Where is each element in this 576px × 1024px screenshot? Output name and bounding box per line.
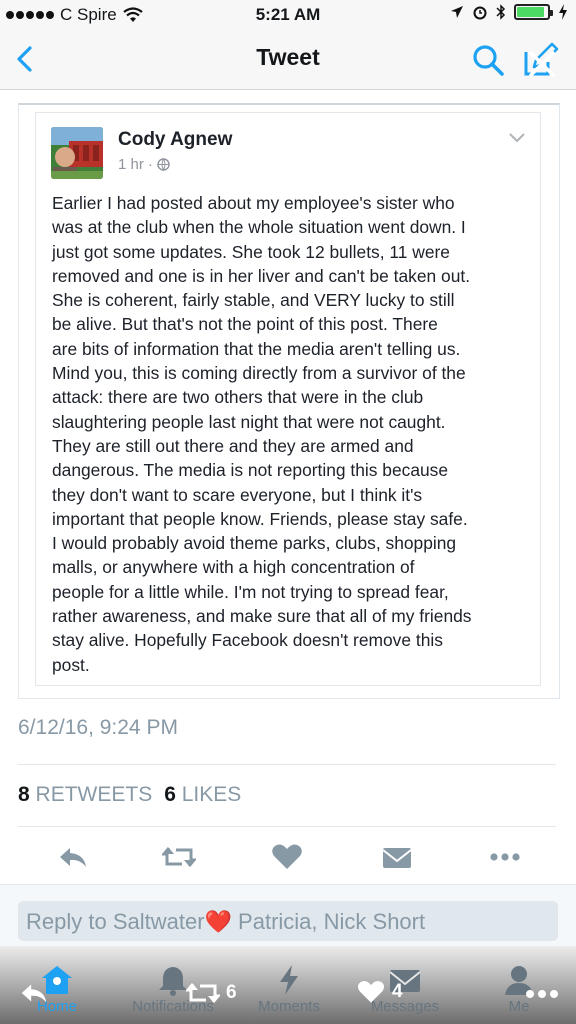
battery-icon [514, 4, 553, 20]
heart-icon[interactable] [270, 842, 304, 872]
likes-link[interactable]: 6 LIKES [164, 783, 241, 807]
post-author: Cody Agnew [118, 129, 233, 150]
overlay-heart-icon [357, 981, 385, 1003]
engagement-counts: 8 RETWEETS 6 LIKES [18, 783, 241, 807]
search-icon[interactable] [470, 42, 506, 78]
post-time: 1 hr [118, 156, 144, 173]
tweet-actions [0, 832, 576, 882]
tweet-timestamp: 6/12/16, 9:24 PM [18, 716, 178, 739]
navigation-bar: Tweet [0, 30, 576, 90]
avatar [51, 127, 103, 179]
overlay-like-button[interactable]: 4 [356, 978, 403, 1006]
bluetooth-icon [496, 4, 506, 20]
overlay-more-icon[interactable] [524, 984, 560, 1004]
charging-bolt-icon [559, 4, 567, 20]
overlay-like-count: 4 [392, 981, 403, 1002]
location-arrow-icon [451, 6, 463, 18]
overlay-retweet-icon [186, 983, 220, 1003]
divider [18, 826, 556, 827]
chevron-down-icon [509, 133, 525, 143]
close-icon[interactable] [526, 48, 558, 80]
retweets-count: 8 [18, 783, 30, 806]
image-viewer-actions: 6 4 [0, 976, 576, 1016]
facebook-post-screenshot: Cody Agnew 1 hr · Earlier I had posted a… [35, 112, 541, 686]
globe-icon [157, 158, 170, 171]
likes-count: 6 [164, 783, 176, 806]
direct-message-icon[interactable] [380, 842, 414, 872]
reply-input[interactable]: Reply to Saltwater❤️ Patricia, Nick Shor… [18, 901, 558, 941]
status-bar: C Spire 5:21 AM [0, 0, 576, 30]
likes-label: LIKES [181, 783, 242, 806]
reply-placeholder-suffix: Patricia, Nick Short [231, 909, 426, 934]
overlay-retweet-count: 6 [226, 982, 237, 1003]
post-meta: 1 hr · [118, 156, 170, 173]
overlay-retweet-button[interactable]: 6 [186, 978, 237, 1008]
more-options-icon[interactable] [488, 842, 522, 872]
reply-icon[interactable] [56, 842, 90, 872]
overlay-reply-icon[interactable] [18, 978, 50, 1008]
status-right [450, 4, 568, 20]
retweet-icon[interactable] [162, 842, 196, 872]
reply-placeholder-prefix: Reply to Saltwater [26, 909, 205, 934]
retweets-label: RETWEETS [35, 783, 153, 806]
alarm-icon [473, 6, 487, 20]
heart-emoji: ❤️ [204, 909, 232, 934]
reply-bar: Reply to Saltwater❤️ Patricia, Nick Shor… [0, 884, 576, 946]
retweets-link[interactable]: 8 RETWEETS [18, 783, 152, 807]
divider [18, 764, 556, 765]
post-body: Earlier I had posted about my employee's… [52, 193, 472, 675]
